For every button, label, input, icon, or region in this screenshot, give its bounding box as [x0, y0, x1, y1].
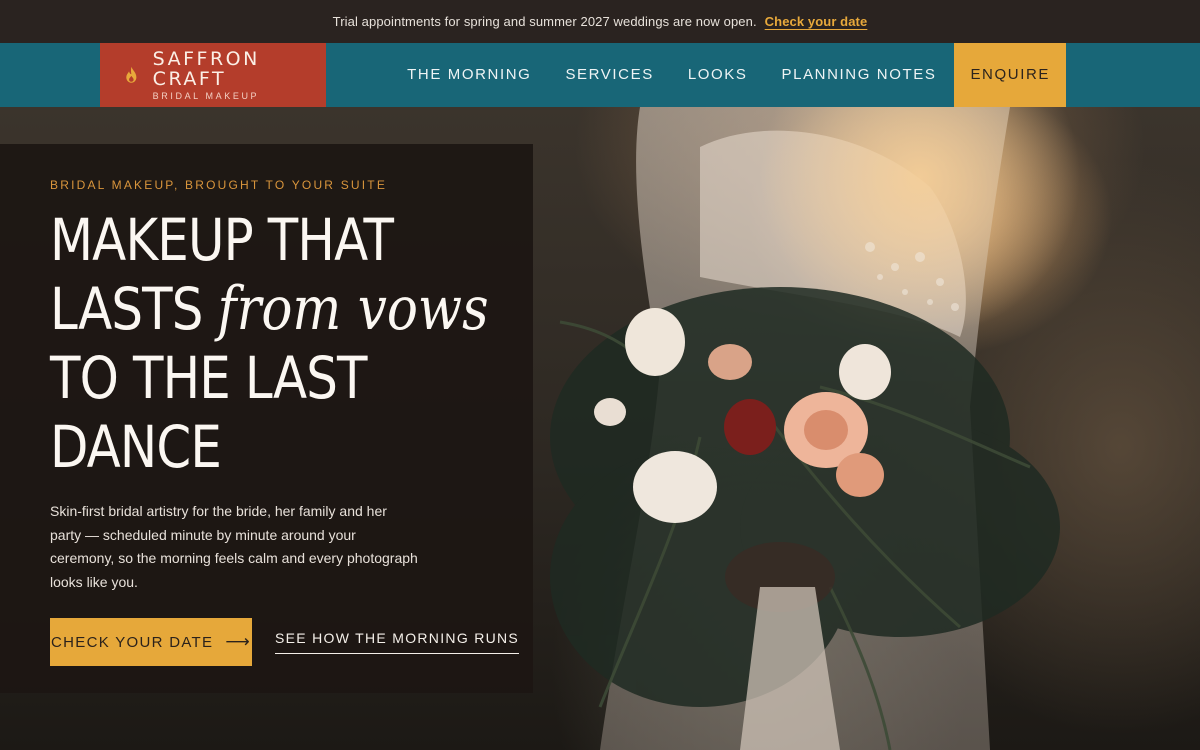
nav-item-looks[interactable]: LOOKS [671, 43, 765, 107]
nav-menu: THE MORNING SERVICES LOOKS PLANNING NOTE… [390, 43, 1066, 107]
headline-line-1: MAKEUP THAT [50, 206, 394, 274]
check-your-date-button[interactable]: CHECK YOUR DATE ⟶ [50, 618, 252, 666]
brand-tagline: BRIDAL MAKEUP [152, 91, 260, 101]
check-your-date-label: CHECK YOUR DATE [51, 633, 214, 651]
announcement-text: Trial appointments for spring and summer… [332, 14, 757, 29]
hero-panel: BRIDAL MAKEUP, BROUGHT TO YOUR SUITE MAK… [0, 144, 533, 693]
announcement-bar: Trial appointments for spring and summer… [0, 0, 1200, 43]
hero-description: Skin-first bridal artistry for the bride… [50, 503, 418, 590]
announcement-link[interactable]: Check your date [765, 14, 868, 29]
headline-line-2: LASTS [50, 275, 218, 343]
hero-eyebrow: BRIDAL MAKEUP, BROUGHT TO YOUR SUITE [50, 178, 388, 192]
enquire-button[interactable]: ENQUIRE [954, 43, 1066, 107]
see-morning-link[interactable]: SEE HOW THE MORNING RUNS [275, 630, 520, 654]
brand-logo[interactable]: SAFFRON CRAFT BRIDAL MAKEUP [100, 43, 326, 107]
main-nav: SAFFRON CRAFT BRIDAL MAKEUP THE MORNING … [0, 43, 1200, 107]
nav-item-the-morning[interactable]: THE MORNING [390, 43, 548, 107]
arrow-right-icon: ⟶ [225, 632, 251, 651]
headline-line-4: DANCE [50, 413, 222, 481]
flame-icon [126, 66, 137, 83]
headline-accent: from vows [217, 274, 489, 344]
headline-line-3: TO THE LAST [50, 344, 368, 412]
brand-name: SAFFRON CRAFT [152, 48, 260, 90]
nav-item-services[interactable]: SERVICES [548, 43, 670, 107]
hero-actions: CHECK YOUR DATE ⟶ SEE HOW THE MORNING RU… [50, 618, 533, 666]
hero-headline: MAKEUP THAT LASTS from vows TO THE LAST … [50, 206, 532, 482]
nav-item-planning-notes[interactable]: PLANNING NOTES [765, 43, 954, 107]
